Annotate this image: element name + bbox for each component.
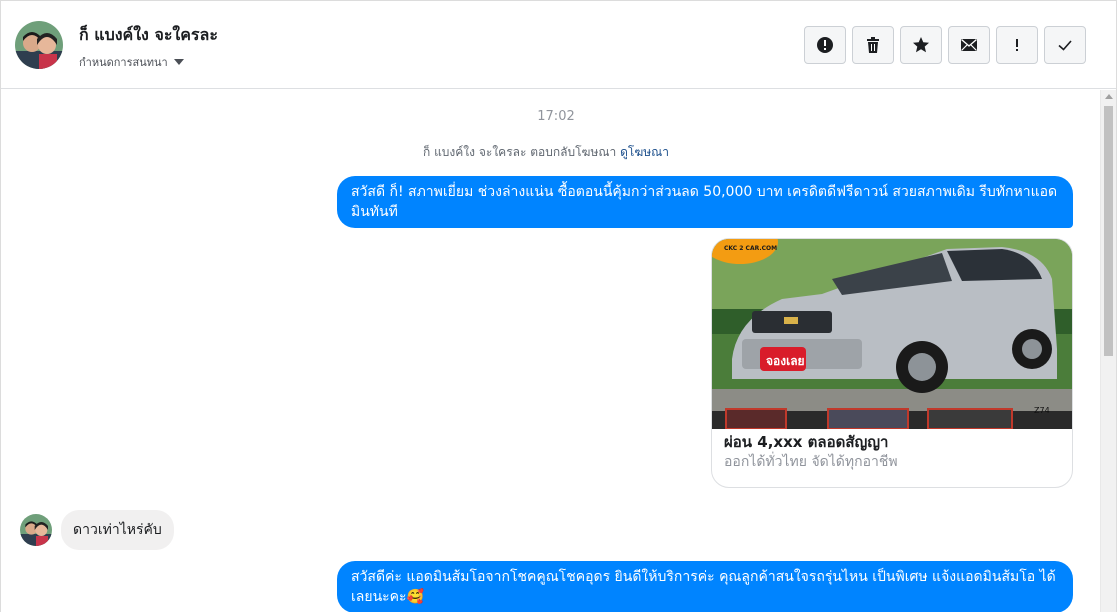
done-button[interactable]	[1044, 26, 1086, 64]
avatar[interactable]	[15, 21, 63, 69]
scrollbar-thumb[interactable]	[1104, 106, 1113, 356]
timestamp: 17:02	[537, 109, 575, 124]
outgoing-message[interactable]: สวัสดีค่ะ แอดมินส้มโอจากโชคคูณโชคอุดร ยิ…	[337, 561, 1073, 612]
outgoing-message[interactable]: สวัสดี ก็! สภาพเยี่ยม ช่วงล่างแน่น ซื้อต…	[337, 176, 1073, 228]
report-button[interactable]	[804, 26, 846, 64]
car-photo-icon: CKC 2 CAR.COM จองเลย Z74	[712, 239, 1072, 429]
check-icon	[1058, 40, 1072, 51]
envelope-icon	[961, 38, 977, 51]
messenger-window: ก็ แบงค์ใง จะใครละ กำหนดการสนทนา 17:02 ก…	[0, 0, 1117, 612]
star-button[interactable]	[900, 26, 942, 64]
alert-circle-icon	[817, 37, 833, 53]
ad-reply-text: ก็ แบงค์ใง จะใครละ ตอบกลับโฆษณา	[422, 145, 617, 159]
sender-avatar[interactable]	[20, 514, 52, 546]
message-thread[interactable]: 17:02 ก็ แบงค์ใง จะใครละ ตอบกลับโฆษณา ดู…	[1, 90, 1101, 612]
incoming-message[interactable]: ดาวเท่าไหร่คับ	[61, 510, 174, 550]
ad-logo-text: CKC 2 CAR.COM	[724, 245, 777, 252]
conversation-header: ก็ แบงค์ใง จะใครละ กำหนดการสนทนา	[1, 1, 1116, 89]
avatar-photo-icon	[20, 514, 52, 546]
avatar-photo-icon	[15, 21, 63, 69]
trash-icon	[867, 37, 879, 53]
view-ad-link[interactable]: ดูโฆษณา	[620, 145, 669, 159]
exclamation-icon	[1016, 39, 1018, 51]
ad-card-image: CKC 2 CAR.COM จองเลย Z74	[712, 239, 1072, 429]
conversation-settings-label: กำหนดการสนทนา	[79, 56, 168, 69]
contact-name[interactable]: ก็ แบงค์ใง จะใครละ	[79, 23, 218, 48]
caret-down-icon	[173, 59, 184, 65]
delete-button[interactable]	[852, 26, 894, 64]
star-icon	[913, 37, 929, 53]
ad-sticker-text: จองเลย	[766, 354, 805, 368]
conversation-toolbar	[804, 26, 1086, 64]
thread-scrollbar[interactable]	[1100, 90, 1116, 612]
ad-code-text: Z74	[1034, 406, 1050, 415]
important-button[interactable]	[996, 26, 1038, 64]
scroll-up-arrow-icon[interactable]	[1105, 94, 1113, 99]
ad-reply-notice: ก็ แบงค์ใง จะใครละ ตอบกลับโฆษณา ดูโฆษณา	[1, 143, 1091, 162]
mark-unread-button[interactable]	[948, 26, 990, 64]
conversation-settings-dropdown[interactable]: กำหนดการสนทนา	[79, 53, 184, 71]
ad-card[interactable]: CKC 2 CAR.COM จองเลย Z74 ผ่อน 4,xxx ตลอด…	[711, 238, 1073, 488]
ad-card-subtitle: ออกได้ทั่วไทย จัดได้ทุกอาชีพ	[724, 454, 898, 470]
